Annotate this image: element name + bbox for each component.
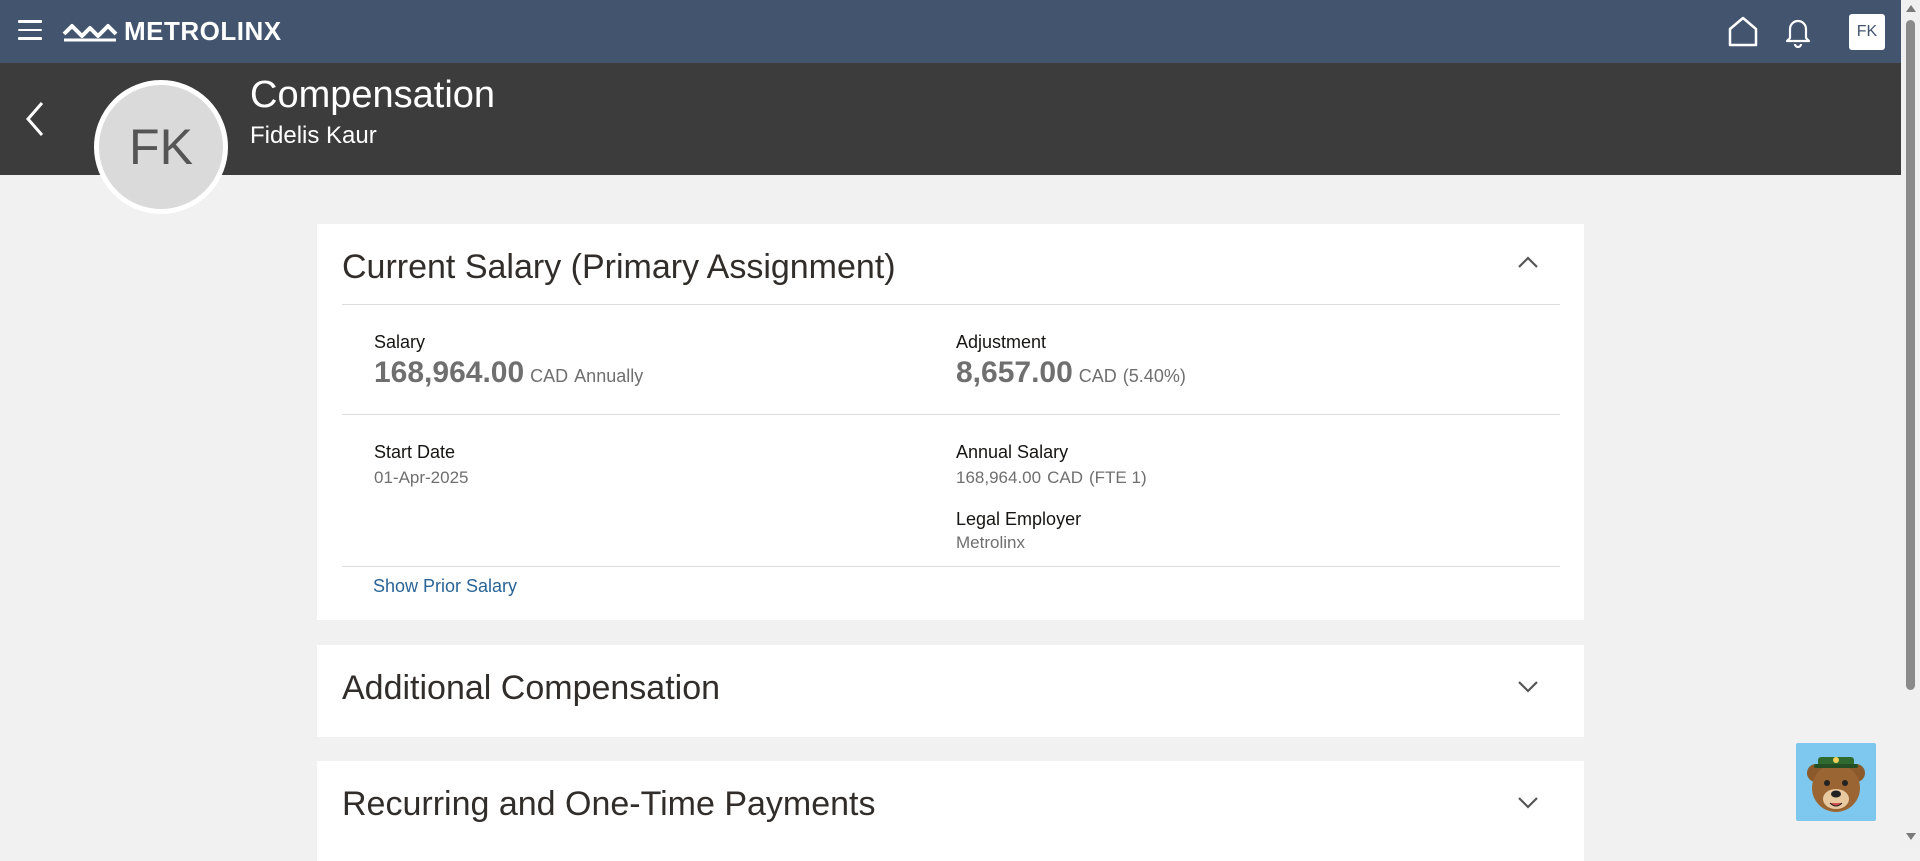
employee-avatar: FK — [94, 80, 228, 214]
adjustment-amount: 8,657.00 — [956, 356, 1073, 389]
current-salary-title: Current Salary (Primary Assignment) — [342, 248, 896, 286]
back-arrow-icon[interactable] — [22, 99, 48, 139]
metrolinx-wave-icon — [62, 23, 118, 41]
additional-compensation-title: Additional Compensation — [342, 669, 721, 707]
bear-mascot-icon — [1807, 757, 1865, 812]
adjustment-percent: (5.40%) — [1122, 366, 1186, 386]
recurring-payments-title: Recurring and One-Time Payments — [342, 785, 876, 823]
top-navigation-bar: METROLINX FK — [0, 0, 1901, 63]
notifications-bell-icon[interactable] — [1782, 14, 1814, 48]
current-salary-card: Current Salary (Primary Assignment) Sala… — [317, 224, 1584, 620]
chevron-down-icon[interactable] — [1515, 789, 1541, 815]
scroll-up-arrow-icon[interactable] — [1906, 5, 1916, 12]
legal-employer-value: Metrolinx — [956, 533, 1025, 552]
page-title: Compensation — [250, 74, 496, 116]
legal-employer-label: Legal Employer — [956, 509, 1082, 529]
chat-assistant-bear-icon[interactable] — [1796, 743, 1876, 821]
metrolinx-logo[interactable]: METROLINX — [62, 16, 282, 47]
adjustment-value: 8,657.00 CAD (5.40%) — [956, 356, 1186, 390]
scroll-down-arrow-icon[interactable] — [1906, 833, 1916, 840]
start-date-value: 01-Apr-2025 — [374, 468, 469, 487]
salary-amount: 168,964.00 — [374, 356, 525, 389]
chevron-down-icon[interactable] — [1515, 673, 1541, 699]
divider — [342, 304, 1560, 305]
start-date-label: Start Date — [374, 442, 456, 462]
adjustment-currency: CAD — [1078, 366, 1117, 386]
divider — [342, 414, 1560, 415]
annual-salary-fte: (FTE 1) — [1089, 468, 1147, 487]
salary-frequency: Annually — [574, 366, 644, 386]
annual-salary-value: 168,964.00 CAD (FTE 1) — [956, 468, 1147, 488]
annual-salary-currency: CAD — [1047, 468, 1083, 487]
adjustment-label: Adjustment — [956, 332, 1047, 352]
salary-label: Salary — [374, 332, 426, 352]
annual-salary-label: Annual Salary — [956, 442, 1069, 462]
show-prior-salary-link[interactable]: Show Prior Salary — [373, 576, 517, 597]
divider — [342, 566, 1560, 567]
brand-name: METROLINX — [124, 16, 282, 46]
hamburger-menu-icon[interactable] — [18, 20, 42, 40]
additional-compensation-card[interactable]: Additional Compensation — [317, 645, 1584, 737]
chevron-up-icon[interactable] — [1515, 250, 1541, 276]
salary-value: 168,964.00 CAD Annually — [374, 356, 643, 390]
salary-currency: CAD — [530, 366, 569, 386]
vertical-scrollbar[interactable] — [1901, 0, 1920, 847]
user-avatar-button[interactable]: FK — [1849, 14, 1885, 50]
home-icon[interactable] — [1727, 14, 1759, 48]
employee-name: Fidelis Kaur — [250, 122, 377, 149]
annual-salary-amount: 168,964.00 — [956, 468, 1042, 487]
recurring-payments-card[interactable]: Recurring and One-Time Payments — [317, 761, 1584, 861]
scrollbar-thumb[interactable] — [1906, 20, 1915, 690]
